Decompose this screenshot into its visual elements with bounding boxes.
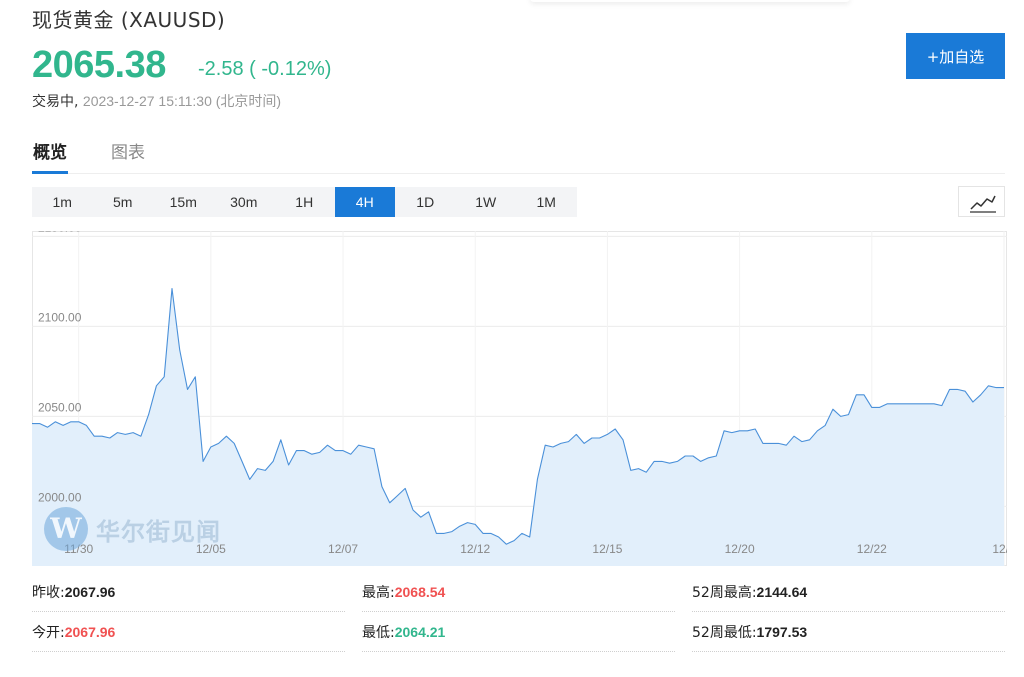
stat-label: 最低:	[362, 625, 395, 641]
stat-value: 2064.21	[394, 624, 446, 640]
quote-timestamp: 2023-12-27 15:11:30 (北京时间)	[82, 93, 282, 109]
stat-high: 最高:2068.54	[362, 572, 675, 612]
trading-status-label: 交易中,	[32, 94, 79, 110]
period-1w-button[interactable]: 1W	[456, 187, 517, 217]
line-chart-icon	[970, 195, 996, 213]
stat-value: 1797.53	[756, 624, 808, 640]
stat-label: 昨收:	[32, 585, 65, 601]
stat-value: 2068.54	[394, 584, 446, 600]
price-change: -2.58 ( -0.12%)	[198, 58, 332, 80]
x-tick-label: 12/20	[725, 542, 755, 556]
stat-52w-low: 52周最低:1797.53	[692, 612, 1005, 652]
tab-overview[interactable]: 概览	[32, 138, 68, 174]
y-tick-label: 2000.00	[38, 490, 82, 504]
x-tick-label: 12/22	[857, 542, 887, 556]
trading-status: 交易中, 2023-12-27 15:11:30 (北京时间)	[32, 91, 281, 111]
y-tick-label: 2100.00	[38, 310, 82, 324]
stat-low: 最低:2064.21	[362, 612, 675, 652]
stat-value: 2067.96	[64, 624, 116, 640]
stat-label: 今开:	[32, 625, 65, 641]
stat-label: 最高:	[362, 585, 395, 601]
period-1mo-button[interactable]: 1M	[516, 187, 577, 217]
y-tick-label: 2050.00	[38, 400, 82, 414]
stat-label: 52周最高:	[692, 585, 757, 601]
period-1h-button[interactable]: 1H	[274, 187, 335, 217]
watermark-text: 华尔街见闻	[96, 516, 221, 546]
add-to-watchlist-button[interactable]: +加自选	[906, 33, 1005, 79]
y-tick-label: 2150.00	[38, 231, 82, 234]
x-tick-label: 12/15	[592, 542, 622, 556]
main-tabs: 概览 图表	[32, 138, 1005, 174]
stat-value: 2144.64	[756, 584, 808, 600]
stat-open: 今开:2067.96	[32, 612, 345, 652]
watermark: W 华尔街见闻	[44, 506, 221, 552]
watermark-logo: W	[44, 507, 88, 551]
stat-value: 2067.96	[64, 584, 116, 600]
stat-prev-close: 昨收:2067.96	[32, 572, 345, 612]
period-30m-button[interactable]: 30m	[214, 187, 275, 217]
period-4h-button[interactable]: 4H	[334, 187, 395, 217]
stat-52w-high: 52周最高:2144.64	[692, 572, 1005, 612]
tab-chart[interactable]: 图表	[111, 138, 145, 174]
chart-type-button[interactable]	[958, 186, 1005, 217]
period-selector: 1m 5m 15m 30m 1H 4H 1D 1W 1M	[32, 187, 577, 217]
period-5m-button[interactable]: 5m	[93, 187, 154, 217]
current-price: 2065.38	[32, 44, 166, 86]
x-tick-label: 12/07	[328, 542, 358, 556]
period-1m-button[interactable]: 1m	[32, 187, 93, 217]
floating-panel-shadow	[530, 0, 850, 2]
period-15m-button[interactable]: 15m	[153, 187, 214, 217]
x-tick-label: 12/12	[460, 542, 490, 556]
stat-label: 52周最低:	[692, 625, 757, 641]
period-1d-button[interactable]: 1D	[395, 187, 456, 217]
x-tick-label: 12/2	[992, 542, 1007, 556]
instrument-title: 现货黄金 (XAUUSD)	[32, 8, 226, 32]
